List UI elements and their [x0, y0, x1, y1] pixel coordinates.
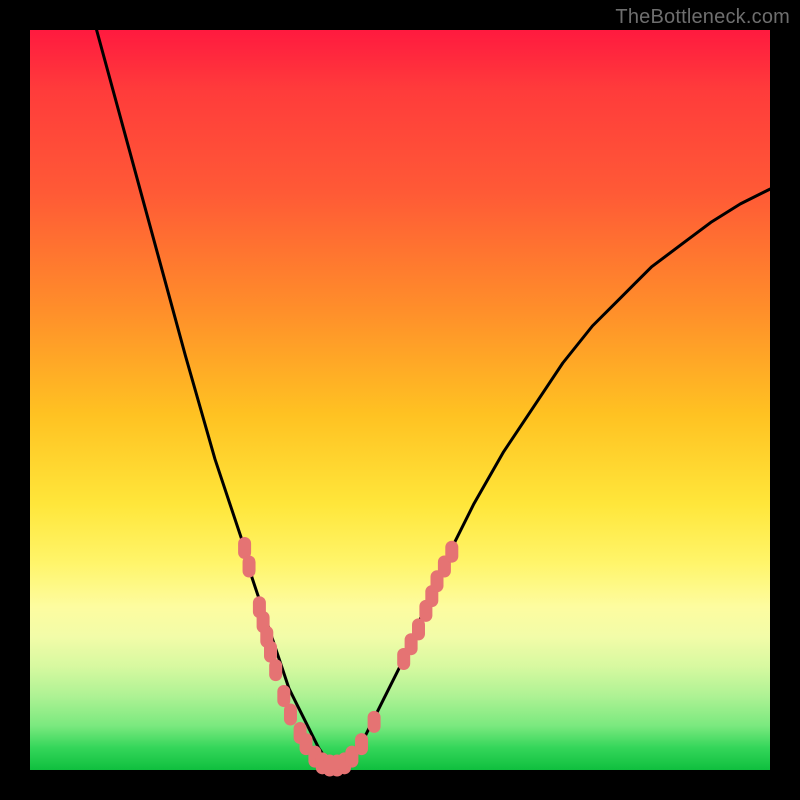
data-marker [269, 659, 282, 681]
data-marker [445, 541, 458, 563]
curve-layer [97, 30, 770, 765]
data-marker [355, 733, 368, 755]
chart-frame: TheBottleneck.com [0, 0, 800, 800]
data-marker [284, 704, 297, 726]
data-marker [412, 618, 425, 640]
data-marker [243, 556, 256, 578]
chart-overlay [30, 30, 770, 770]
data-marker [368, 711, 381, 733]
bottleneck-curve [97, 30, 770, 765]
data-marker [277, 685, 290, 707]
marker-layer [238, 537, 458, 777]
watermark-text: TheBottleneck.com [615, 6, 790, 29]
